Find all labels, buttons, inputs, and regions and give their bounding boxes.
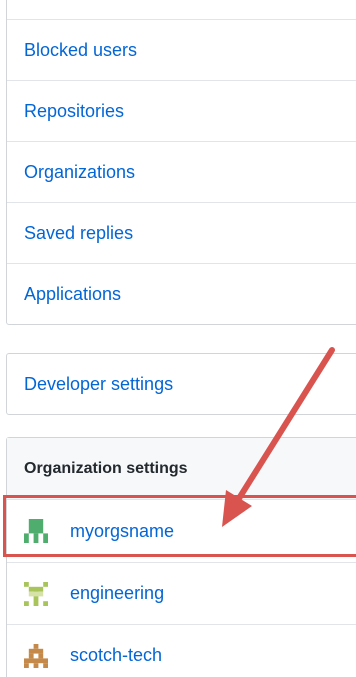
identicon-brown-icon xyxy=(24,643,48,668)
identicon-olive-icon xyxy=(24,581,48,606)
organization-settings-heading: Organization settings xyxy=(7,438,356,500)
org-name: engineering xyxy=(70,583,165,603)
org-name: scotch-tech xyxy=(70,645,163,665)
menu-item-saved-replies[interactable]: Saved replies xyxy=(7,202,356,263)
menu-item-repositories[interactable]: Repositories xyxy=(7,80,356,141)
account-settings-menu: Blocked users Repositories Organizations… xyxy=(6,0,356,325)
settings-sidebar: Blocked users Repositories Organizations… xyxy=(0,0,356,677)
menu-item-blocked-users[interactable]: Blocked users xyxy=(7,19,356,80)
menu-item-organizations[interactable]: Organizations xyxy=(7,141,356,202)
org-item-myorgsname[interactable]: myorgsname xyxy=(7,500,356,562)
org-item-scotch-tech[interactable]: scotch-tech xyxy=(7,624,356,677)
menu-item-applications[interactable]: Applications xyxy=(7,263,356,324)
menu-item-partial[interactable] xyxy=(7,0,356,19)
org-item-engineering[interactable]: engineering xyxy=(7,562,356,624)
identicon-green-icon xyxy=(24,519,48,543)
developer-settings-menu: Developer settings xyxy=(6,353,356,415)
menu-item-developer-settings[interactable]: Developer settings xyxy=(7,354,356,414)
organization-settings-menu: Organization settings myorgsname enginee… xyxy=(6,437,356,677)
org-name: myorgsname xyxy=(70,520,175,541)
